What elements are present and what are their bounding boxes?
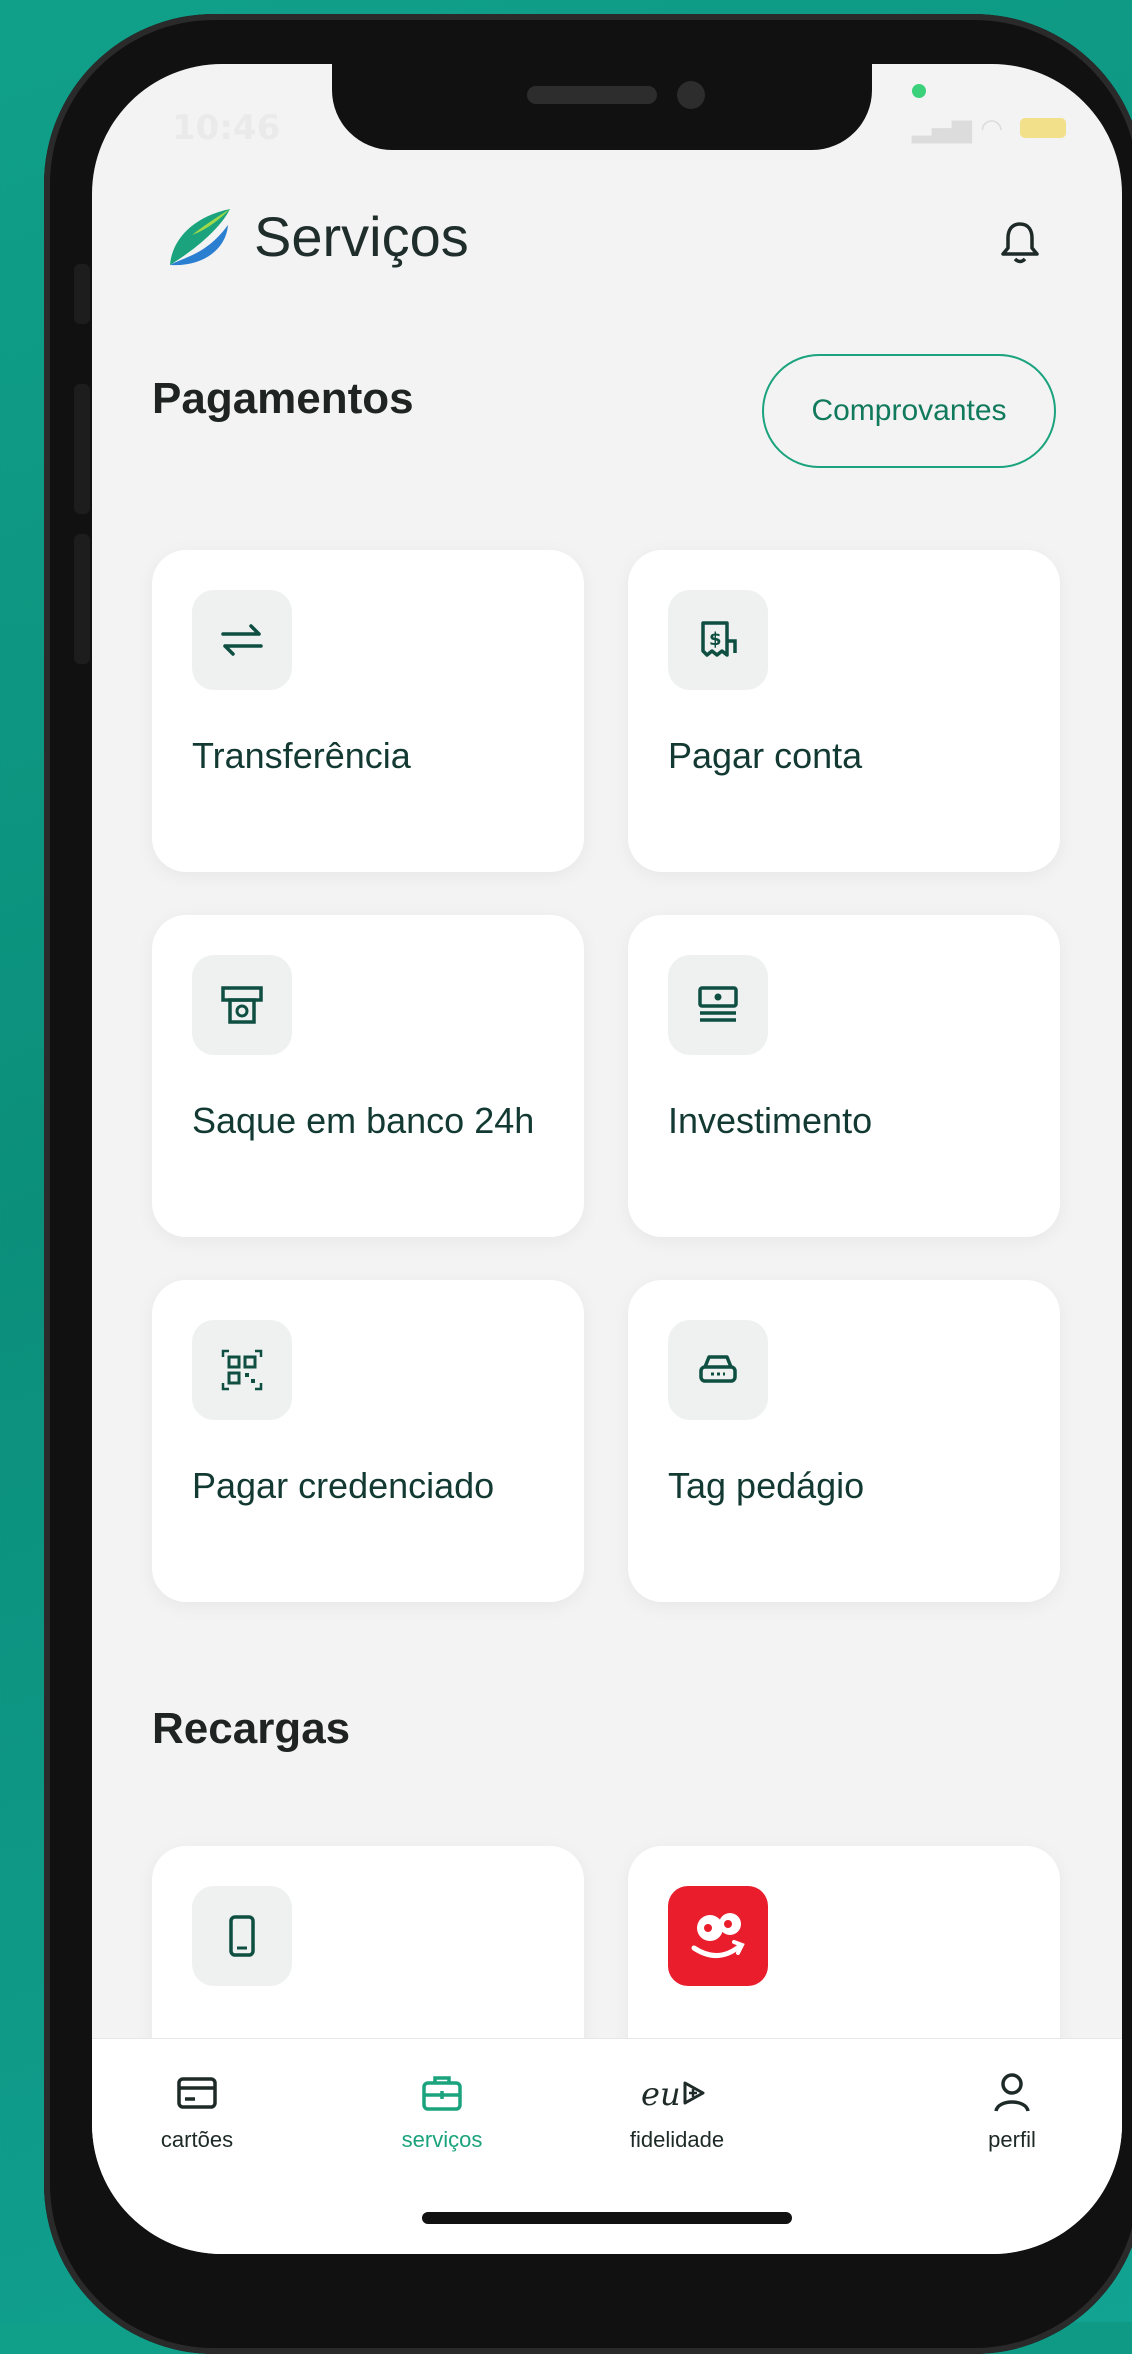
money-stack-icon [698, 986, 738, 1022]
page-header: Serviços [162, 204, 469, 269]
battery-icon [1020, 118, 1066, 138]
nav-loyalty[interactable]: eu fidelidade [597, 2069, 757, 2153]
transfer-icon-box [192, 590, 292, 690]
pay-bill-card[interactable]: $ Pagar conta [628, 550, 1060, 872]
car-icon-box [668, 1320, 768, 1420]
bell-icon[interactable] [992, 214, 1048, 270]
mute-switch [74, 264, 90, 324]
briefcase-icon [422, 2076, 462, 2111]
card-label: Pagar credenciado [192, 1465, 495, 1506]
transfer-arrows-icon [221, 624, 263, 656]
investment-card[interactable]: Investimento [628, 915, 1060, 1237]
atm-withdraw-icon [221, 986, 263, 1024]
page-title: Serviços [254, 205, 469, 268]
car-icon [699, 1355, 737, 1383]
qr-code-icon [221, 1349, 263, 1391]
ifood-logo-icon [691, 1913, 745, 1958]
payments-section-title: Pagamentos [152, 374, 414, 423]
nav-label: fidelidade [629, 2127, 725, 2152]
phone-icon [229, 1915, 255, 1957]
nav-services[interactable]: serviços [362, 2069, 522, 2153]
pay-bill-icon-box: $ [668, 590, 768, 690]
card-icon [177, 2077, 217, 2109]
notch [332, 64, 872, 150]
atm-withdraw-card[interactable]: Saque em banco 24h [152, 915, 584, 1237]
nav-label: cartões [160, 2127, 234, 2152]
phone-icon-box [192, 1886, 292, 1986]
nav-label: serviços [401, 2127, 483, 2152]
qr-icon-box [192, 1320, 292, 1420]
volume-up-button [74, 384, 90, 514]
ifood-icon-box [668, 1886, 768, 1986]
card-label: Investimento [668, 1100, 873, 1141]
transfer-card[interactable]: Transferência [152, 550, 584, 872]
nav-profile[interactable]: perfil [932, 2069, 1092, 2153]
card-label: Pagar conta [668, 735, 863, 776]
speaker [527, 86, 657, 104]
volume-down-button [74, 534, 90, 664]
nav-label: perfil [988, 2127, 1036, 2152]
nav-cards[interactable]: cartões [117, 2069, 277, 2153]
home-indicator[interactable] [422, 2212, 792, 2224]
pay-accredited-card[interactable]: Pagar credenciado [152, 1280, 584, 1602]
user-icon [994, 2073, 1030, 2112]
privacy-indicator-dot [912, 84, 926, 98]
bank-logo-icon [170, 208, 230, 265]
status-time: 10:46 [172, 108, 281, 148]
atm-icon-box [192, 955, 292, 1055]
card-label: Saque em banco 24h [192, 1100, 535, 1141]
eu-plus-logo-icon: eu [641, 2075, 705, 2113]
card-label: Transferência [192, 735, 411, 776]
receipts-button[interactable]: Comprovantes [762, 354, 1056, 468]
recharges-section-title: Recargas [152, 1704, 351, 1753]
svg-text:$: $ [709, 629, 722, 650]
app-screen: 10:46 ▂▄▆ ◠ Serviços Pagamentos Comprova… [92, 64, 1122, 2254]
bill-receipt-icon: $ [701, 621, 737, 657]
toll-tag-card[interactable]: Tag pedágio [628, 1280, 1060, 1602]
front-camera [677, 81, 705, 109]
svg-text:eu: eu [641, 2075, 681, 2113]
signal-wifi-icon: ▂▄▆ ◠ [912, 114, 1003, 144]
card-label: Tag pedágio [668, 1465, 865, 1506]
investment-icon-box [668, 955, 768, 1055]
